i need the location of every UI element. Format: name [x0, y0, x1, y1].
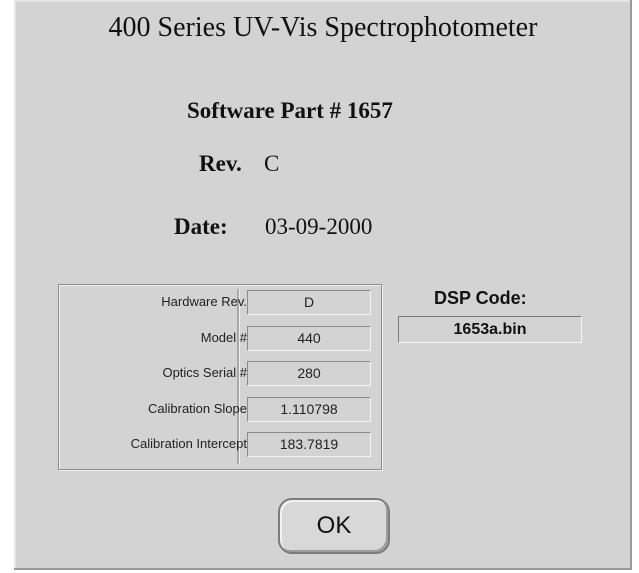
calibration-intercept-field: 183.7819	[247, 432, 371, 457]
dsp-code-field: 1653a.bin	[398, 316, 582, 343]
software-part-number: Software Part # 1657	[187, 98, 393, 123]
rev-value: C	[264, 151, 280, 176]
date-value: 03-09-2000	[265, 214, 373, 239]
optics-serial-row: Optics Serial # 280	[59, 361, 381, 388]
model-field: 440	[247, 326, 371, 351]
calibration-slope-row: Calibration Slope 1.110798	[59, 397, 381, 424]
dialog-title: 400 Series UV-Vis Spectrophotometer	[108, 12, 538, 43]
about-dialog: 400 Series UV-Vis Spectrophotometer Soft…	[14, 0, 632, 570]
calibration-intercept-row: Calibration Intercept 183.7819	[59, 432, 381, 459]
hardware-info-panel: Hardware Rev. D Model # 440 Optics Seria…	[58, 284, 382, 470]
optics-serial-field: 280	[247, 361, 371, 386]
hardware-rev-row: Hardware Rev. D	[59, 290, 381, 317]
calibration-slope-field: 1.110798	[247, 397, 371, 422]
calibration-slope-label: Calibration Slope	[147, 401, 247, 416]
rev-label: Rev.	[199, 151, 242, 176]
model-label: Model #	[200, 330, 247, 345]
hardware-rev-label: Hardware Rev.	[161, 294, 247, 309]
dsp-code-label: DSP Code:	[434, 288, 527, 308]
calibration-intercept-label: Calibration Intercept	[130, 436, 247, 451]
ok-button[interactable]: OK	[278, 498, 390, 554]
hardware-rev-field: D	[247, 290, 371, 315]
optics-serial-label: Optics Serial #	[162, 365, 247, 380]
date-label: Date:	[174, 214, 228, 239]
model-row: Model # 440	[59, 326, 381, 353]
